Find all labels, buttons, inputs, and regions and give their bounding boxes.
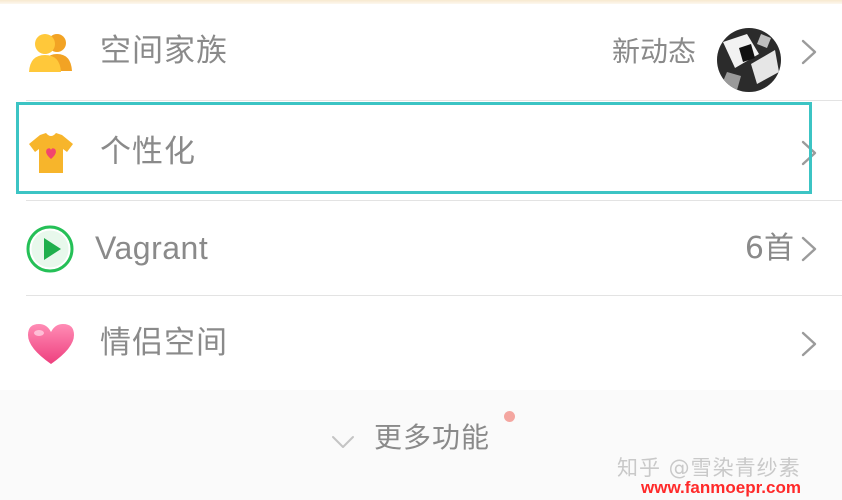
- new-activity-text: 新动态: [611, 35, 696, 68]
- menu-item-label: 情侣空间: [100, 325, 228, 361]
- heart-icon: [26, 322, 76, 366]
- selection-highlight-box: [16, 102, 812, 194]
- menu-item-couple-space[interactable]: 情侣空间: [0, 296, 842, 391]
- more-functions-button[interactable]: 更多功能: [374, 416, 490, 456]
- chevron-down-icon[interactable]: [331, 434, 355, 448]
- notification-dot: [504, 411, 515, 422]
- chevron-right-icon: [798, 331, 820, 357]
- song-count-text: 6首: [744, 231, 794, 266]
- chevron-right-icon: [798, 236, 820, 262]
- menu-item-label: Vagrant: [95, 230, 209, 266]
- watermark-url: www.fanmoepr.com: [641, 478, 801, 497]
- menu-item-space-family[interactable]: 空间家族 新动态: [0, 4, 842, 99]
- family-people-icon: [26, 31, 76, 75]
- avatar[interactable]: [717, 28, 781, 92]
- menu-item-music-vagrant[interactable]: Vagrant 6首: [0, 201, 842, 296]
- divider: [26, 100, 842, 101]
- play-circle-icon: [26, 225, 76, 273]
- more-functions-area: 更多功能 知乎 @雪染青纱素 www.fanmoepr.com: [0, 390, 842, 500]
- chevron-right-icon: [798, 39, 820, 65]
- menu-item-label: 空间家族: [100, 33, 228, 69]
